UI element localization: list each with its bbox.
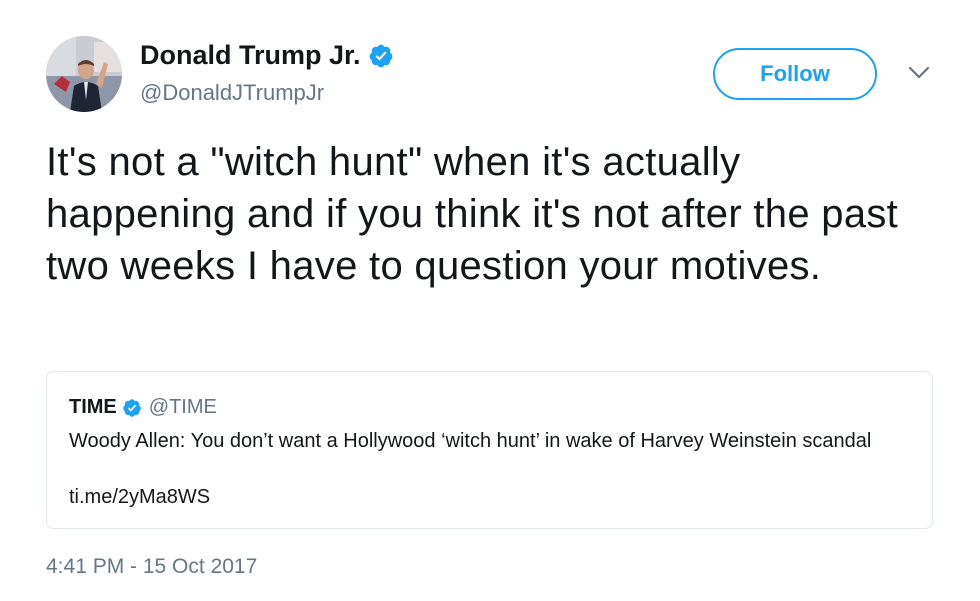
quoted-tweet-card[interactable]: TIME @TIME Woody Allen: You don’t want a… (46, 371, 933, 529)
quoted-author-name: TIME (69, 396, 117, 418)
quoted-tweet-text: Woody Allen: You don’t want a Hollywood … (69, 430, 872, 452)
author-display-name[interactable]: Donald Trump Jr. (140, 40, 394, 71)
quoted-tweet-link[interactable]: ti.me/2yMa8WS (69, 486, 210, 509)
author-name-text: Donald Trump Jr. (140, 40, 361, 70)
chevron-down-icon[interactable] (908, 66, 930, 80)
quoted-author-handle: @TIME (148, 396, 217, 418)
follow-button[interactable]: Follow (713, 48, 877, 100)
author-handle[interactable]: @DonaldJTrumpJr (140, 80, 324, 106)
avatar[interactable] (46, 36, 122, 112)
tweet-text: It's not a "witch hunt" when it's actual… (46, 140, 899, 288)
verified-badge-icon (369, 44, 392, 67)
quoted-tweet-header: TIME @TIME (69, 396, 217, 419)
verified-badge-icon (123, 398, 141, 417)
tweet-timestamp[interactable]: 4:41 PM - 15 Oct 2017 (46, 555, 257, 579)
profile-photo (46, 36, 122, 112)
